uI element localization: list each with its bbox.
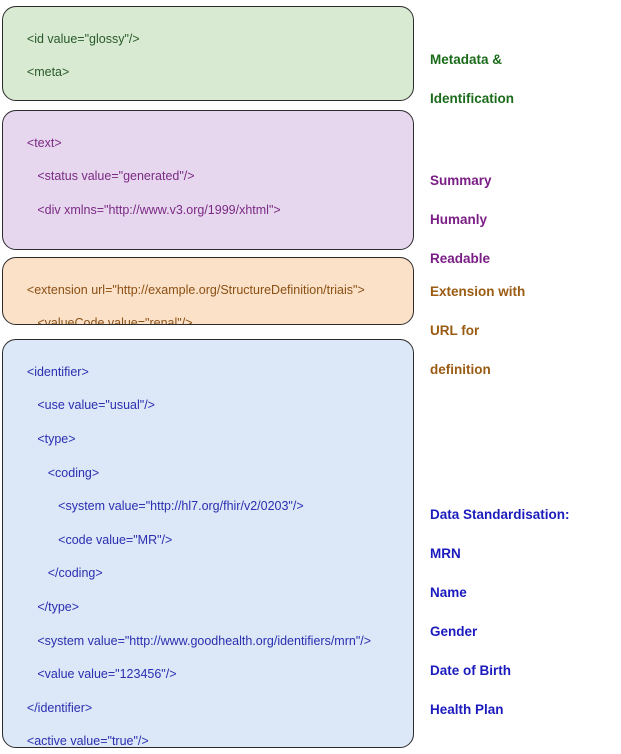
annotation-label-line: definition bbox=[430, 361, 491, 377]
annotation-label-line: Extension with bbox=[430, 283, 526, 299]
code-block-narrative: <text> <status value="generated"/> <div … bbox=[2, 110, 414, 250]
annotation-label-line: Health Plan bbox=[430, 701, 504, 717]
annotation-label-line: Date of Birth bbox=[430, 662, 511, 678]
annotation-label-line: Humanly bbox=[430, 211, 488, 227]
annotation-label-line: Gender bbox=[430, 623, 478, 639]
code-line: </type> bbox=[26, 599, 80, 614]
diagram-canvas: <id value="glossy"/> <meta> <lastUpdated… bbox=[0, 0, 621, 754]
annotation-label-line: Metadata & bbox=[430, 51, 503, 67]
annotation-label-line: Identification bbox=[430, 90, 514, 106]
code-line: <coding> bbox=[26, 465, 100, 480]
code-line: <meta> bbox=[26, 65, 70, 80]
annotation-label-line: URL for bbox=[430, 322, 480, 338]
code-line: <text> bbox=[26, 135, 62, 150]
code-line: <use value="usual"/> bbox=[26, 398, 155, 413]
code-line: <identifier> bbox=[26, 364, 89, 379]
code-line: <system value="http://hl7.org/fhir/v2/02… bbox=[26, 499, 304, 514]
code-block-extension: <extension url="http://example.org/Struc… bbox=[2, 257, 414, 325]
code-line: <lastUpdated value="2014-11-13T11:41:004… bbox=[27, 99, 323, 100]
code-line: <system value="http://www.goodhealth.org… bbox=[26, 633, 372, 648]
code-line: <id value="glossy"/> bbox=[26, 31, 140, 46]
annotation-label-line: MRN bbox=[430, 545, 461, 561]
code-block-metadata: <id value="glossy"/> <meta> <lastUpdated… bbox=[2, 6, 414, 101]
code-line: <div xmlns="http://www.v3.org/1999/xhtml… bbox=[26, 202, 281, 217]
annotation-label-line: Data Standardisation: bbox=[430, 506, 570, 522]
code-block-identifier: <identifier> <use value="usual"/> <type>… bbox=[2, 339, 414, 748]
annotation-label-standardisation: Data Standardisation: MRN Name Gender Da… bbox=[430, 485, 570, 739]
code-line: <value value="123456"/> bbox=[26, 667, 177, 682]
code-line: <active value="true"/> bbox=[26, 734, 149, 748]
annotation-label-line: Summary bbox=[430, 172, 492, 188]
code-line: </coding> bbox=[26, 566, 103, 581]
annotation-label-line: Name bbox=[430, 584, 467, 600]
code-line: <valueCode value="renal"/> bbox=[26, 316, 193, 325]
code-line: </identifier> bbox=[26, 700, 93, 715]
code-line: <type> bbox=[26, 431, 76, 446]
annotation-label-extension: Extension with URL for definition bbox=[430, 262, 525, 399]
annotation-label-metadata: Metadata & Identification bbox=[430, 30, 514, 128]
code-line: <extension url="http://example.org/Struc… bbox=[26, 282, 365, 297]
code-line: <code value="MR"/> bbox=[26, 532, 173, 547]
code-line: <status value="generated"/> bbox=[26, 169, 195, 184]
